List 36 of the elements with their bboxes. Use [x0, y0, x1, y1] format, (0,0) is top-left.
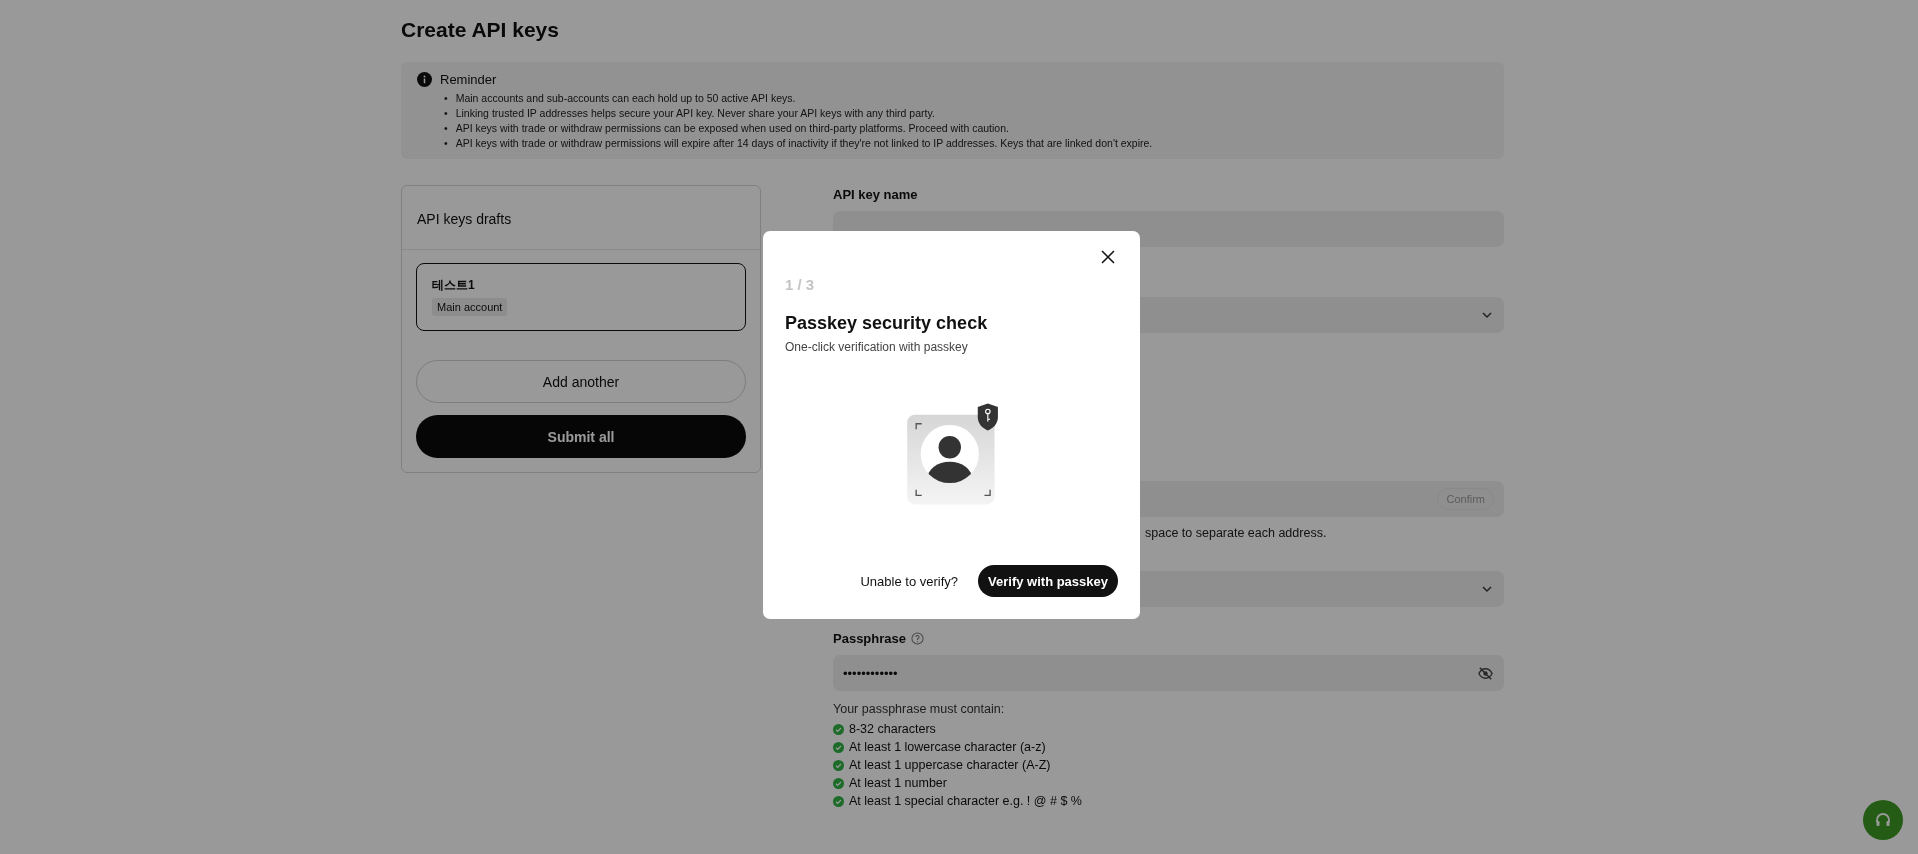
account-tag: Main account: [432, 298, 508, 316]
info-icon: [417, 72, 432, 87]
list-bullet: •: [444, 106, 448, 121]
list-bullet: •: [444, 91, 448, 106]
passphrase-field[interactable]: ••••••••••••: [833, 655, 1504, 691]
submit-all-button[interactable]: Submit all: [416, 415, 746, 458]
reminder-item: API keys with trade or withdraw permissions will expire after 14 days of inactivity if they're not linked to IP addresses. Keys that are linked don't expire.: [455, 136, 1153, 151]
draft-name: 테스트1: [432, 277, 476, 294]
page-title: Create API keys: [401, 18, 560, 42]
rule-text: At least 1 uppercase character (A-Z): [849, 757, 1051, 773]
reminder-item: API keys with trade or withdraw permissions can be exposed when used on third-party platforms. Proceed with caution.: [455, 121, 1009, 136]
add-another-button[interactable]: Add another: [416, 360, 746, 403]
passphrase-hint: Your passphrase must contain:: [833, 702, 1006, 716]
rule-text: At least 1 lowercase character (a-z): [849, 739, 1046, 755]
eye-off-icon[interactable]: [1477, 664, 1494, 682]
rule-text: At least 1 number: [849, 775, 947, 791]
headset-icon: [1874, 811, 1892, 829]
helper-text: space to separate each address.: [1144, 526, 1328, 540]
support-button[interactable]: [1863, 800, 1903, 840]
unable-to-verify-link[interactable]: Unable to verify?: [860, 573, 959, 589]
reminder-item: Linking trusted IP addresses helps secure your API key. Never share your API keys with any third party.: [455, 106, 935, 121]
field-label: API key name: [833, 187, 918, 202]
field-label: Passphrase: [833, 631, 906, 646]
list-bullet: •: [444, 136, 448, 151]
rule-text: 8-32 characters: [849, 721, 936, 737]
rule-text: At least 1 special character e.g. ! @ # $ %: [849, 793, 1082, 809]
step-counter: 1 / 3: [785, 276, 816, 293]
dialog-title: Passkey security check: [785, 313, 989, 334]
drafts-title: API keys drafts: [402, 186, 760, 250]
list-bullet: •: [444, 121, 448, 136]
reminder-title: Reminder: [440, 72, 497, 87]
draft-card[interactable]: 테스트1 Main account: [416, 263, 746, 331]
dialog-subtitle: One-click verification with passkey: [785, 340, 969, 354]
reminder-item: Main accounts and sub-accounts can each hold up to 50 active API keys.: [455, 91, 796, 106]
verify-button[interactable]: Verify with passkey: [978, 565, 1118, 597]
help-icon[interactable]: [911, 632, 924, 645]
